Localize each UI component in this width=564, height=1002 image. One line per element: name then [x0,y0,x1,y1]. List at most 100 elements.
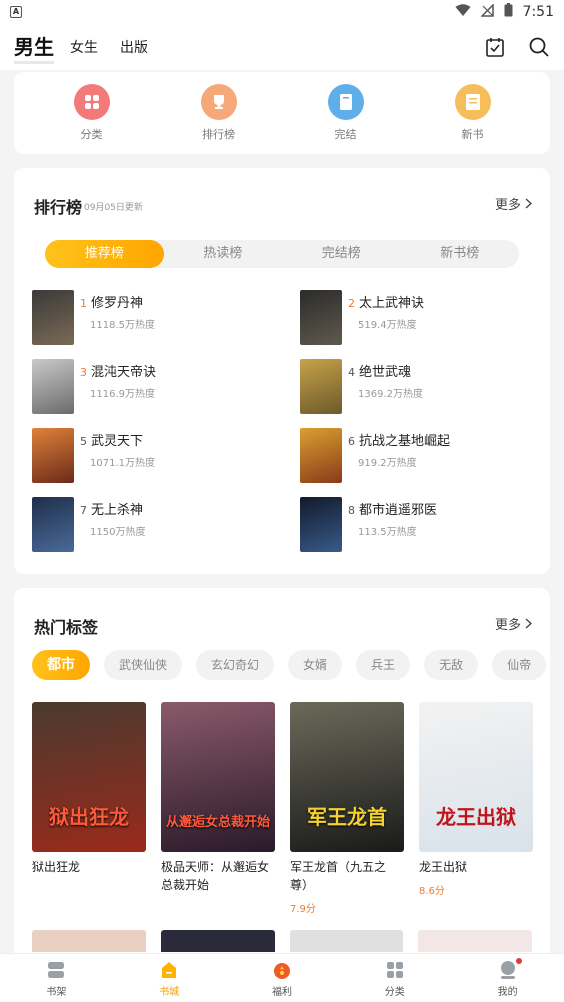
rank-number: 8 [348,504,355,517]
book-cover-partial[interactable] [418,930,532,952]
book-cover-partial[interactable] [32,930,146,952]
book-card[interactable]: 狱出狂龙 狱出狂龙 [32,702,146,915]
tab-hot-read[interactable]: 热读榜 [164,240,283,268]
book-card[interactable]: 军王龙首 军王龙首（九五之尊） 7.9分 [290,702,404,915]
ranking-item[interactable]: 8 都市逍遥邪医 113.5万热度 [300,497,532,552]
tab-new-book[interactable]: 新书榜 [401,240,520,268]
book-cover [300,428,342,483]
ranking-item[interactable]: 1 修罗丹神 1118.5万热度 [32,290,300,345]
battery-icon [504,3,513,21]
tag-chip[interactable]: 武侠仙侠 [104,650,183,680]
ranking-item[interactable]: 2 太上武神诀 519.4万热度 [300,290,532,345]
book-name: 武灵天下 [91,434,144,449]
nav-label: 分类 [384,987,405,998]
tab-recommend[interactable]: 推荐榜 [45,240,164,268]
tag-chip[interactable]: 仙帝 [492,650,547,680]
tag-chip[interactable]: 玄幻奇幻 [196,650,275,680]
nav-category[interactable]: 分类 [338,954,451,1002]
ranking-section: 排行榜 09月05日更新 更多 推荐榜 热读榜 完结榜 新书榜 1 修罗丹神 111… [14,168,550,574]
book-cover [300,290,342,345]
ranking-book-title: 5 武灵天下 [80,430,155,449]
ranking-book-title: 1 修罗丹神 [80,292,155,311]
tag-chip[interactable]: 无敌 [424,650,479,680]
ranking-book-title: 4 绝世武魂 [348,361,423,380]
rank-number: 4 [348,366,355,379]
shelf-icon [46,960,66,980]
ranking-title: 排行榜 [34,198,83,217]
book-cover [300,497,342,552]
ranking-book-title: 8 都市逍遥邪医 [348,499,437,518]
heat-value: 113.5万热度 [358,527,417,538]
tab-publish[interactable]: 出版 [120,37,148,57]
ranking-item[interactable]: 5 武灵天下 1071.1万热度 [32,428,300,483]
notification-dot [515,958,522,964]
book-name: 都市逍遥邪医 [359,503,438,518]
ranking-more-link[interactable]: 更多 [495,194,532,213]
nav-label: 书城 [159,987,180,998]
ranking-book-title: 7 无上杀神 [80,499,145,518]
book-name: 无上杀神 [91,503,144,518]
tag-chip[interactable]: 都市 [32,650,90,680]
heat-value: 1369.2万热度 [358,389,423,400]
category-ranking[interactable]: 排行榜 [174,84,264,142]
nav-store[interactable]: 书城 [113,954,226,1002]
grid-icon [73,84,110,120]
book-score: 8.6分 [419,886,445,897]
book-card[interactable]: 龙王出狱 龙王出狱 8.6分 [419,702,533,915]
nav-profile[interactable]: 我的 [451,954,564,1002]
wifi-icon [455,3,471,21]
cover-title-art: 从邂逅女总裁开始 [165,815,270,830]
book-cover-partial[interactable] [289,930,404,952]
book-cover-partial[interactable] [160,930,275,952]
more-label: 更多 [494,198,521,213]
signal-icon [479,2,494,21]
search-icon[interactable] [528,36,550,58]
book-score: 7.9分 [290,904,316,915]
more-label: 更多 [494,618,521,633]
category-new[interactable]: 新书 [428,84,518,142]
ranking-tabs: 推荐榜 热读榜 完结榜 新书榜 [45,240,519,268]
tag-chip[interactable]: 兵王 [356,650,411,680]
cover-title-art: 狱出狂龙 [49,805,129,829]
app-notification-icon: A [10,6,22,18]
rank-number: 1 [80,297,87,310]
ranking-item[interactable]: 4 绝世武魂 1369.2万热度 [300,359,532,414]
ranking-item[interactable]: 3 混沌天帝诀 1116.9万热度 [32,359,300,414]
book-grid: 狱出狂龙 狱出狂龙 从邂逅女总裁开始 极品天师：从邂逅女总裁开始 军王龙首 军王龙首（九五… [32,702,533,915]
checkin-icon[interactable] [484,36,506,58]
status-right: 7:51 [455,2,554,21]
book-cover [32,428,74,483]
tag-chip[interactable]: 女婿 [288,650,343,680]
tags-more-link[interactable]: 更多 [495,614,532,633]
tab-finished[interactable]: 完结榜 [282,240,401,268]
book-name: 修罗丹神 [91,296,144,311]
book-cover: 狱出狂龙 [32,702,146,852]
ranking-book-title: 3 混沌天帝诀 [80,361,156,380]
nav-shelf[interactable]: 书架 [0,954,113,1002]
nav-label: 书架 [46,987,67,998]
gift-icon [272,960,292,980]
ranking-list: 1 修罗丹神 1118.5万热度 2 太上武神诀 519.4万热度 3 混沌天帝诀 1116.9… [32,290,532,552]
category-finished[interactable]: 完结 [301,84,391,142]
top-header: 男生 女生 出版 [0,24,564,70]
category-label: 完结 [334,128,357,141]
category-label: 分类 [80,128,103,141]
ranking-item[interactable]: 6 抗战之基地崛起 919.2万热度 [300,428,532,483]
category-shortcuts: 分类 排行榜 完结 新书 [14,72,550,154]
rank-number: 2 [348,297,355,310]
ranking-item[interactable]: 7 无上杀神 1150万热度 [32,497,300,552]
status-time: 7:51 [522,4,554,20]
category-classify[interactable]: 分类 [47,84,137,142]
book-cover: 军王龙首 [290,702,404,852]
tab-male[interactable]: 男生 [14,31,54,64]
book-cover [32,359,74,414]
heat-value: 1116.9万热度 [90,389,155,400]
tab-female[interactable]: 女生 [70,37,98,57]
book-name: 抗战之基地崛起 [359,434,451,449]
heat-value: 1118.5万热度 [90,320,155,331]
nav-welfare[interactable]: 福利 [226,954,339,1002]
book-name: 太上武神诀 [359,296,425,311]
heat-value: 519.4万热度 [358,320,417,331]
book-card[interactable]: 从邂逅女总裁开始 极品天师：从邂逅女总裁开始 [161,702,275,915]
hot-tags-section: 热门标签 更多 都市 武侠仙侠 玄幻奇幻 女婿 兵王 无敌 仙帝 狱出狂龙 狱出狂龙 从邂逅女总… [14,588,550,968]
